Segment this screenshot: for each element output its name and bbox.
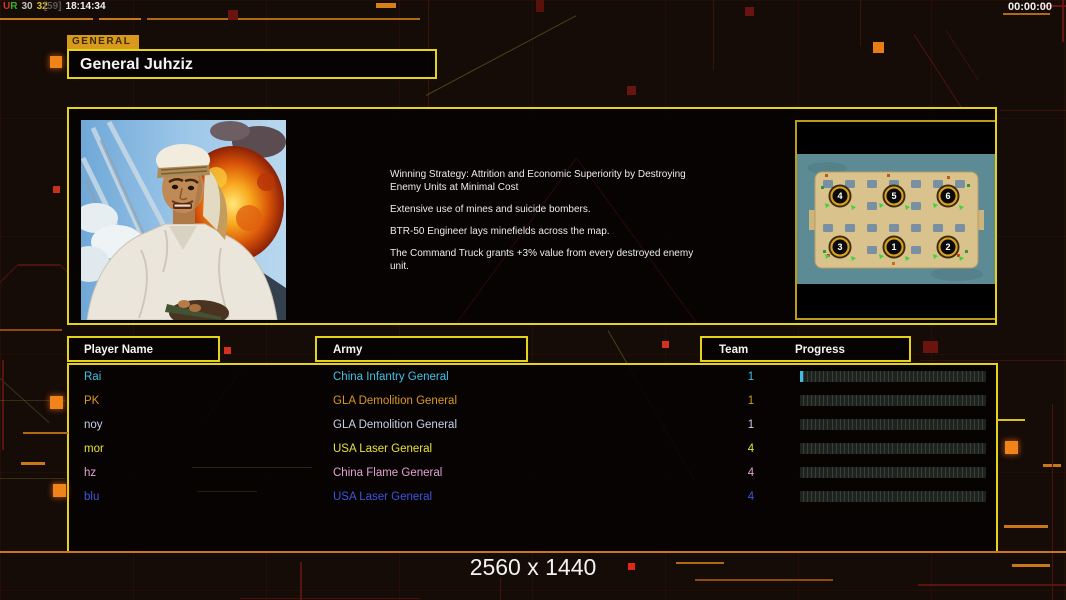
general-info-panel: Winning Strategy: Attrition and Economic… xyxy=(67,107,997,325)
player-army: China Infantry General xyxy=(333,371,449,383)
circuit-accent xyxy=(224,347,231,354)
circuit-accent xyxy=(228,10,238,20)
load-progress-bar xyxy=(800,443,986,454)
fps-overlay: UR 30 32[59] 18:14:34 xyxy=(3,1,110,12)
load-progress-bar xyxy=(800,395,986,406)
general-portrait xyxy=(80,119,287,321)
player-row: mor USA Laser General 4 xyxy=(69,439,996,463)
column-header-army: Army xyxy=(315,336,528,362)
player-name: noy xyxy=(84,419,103,431)
circuit-accent xyxy=(21,462,45,465)
player-row: Rai China Infantry General 1 xyxy=(69,367,996,391)
column-header-team-progress: Team Progress xyxy=(700,336,911,362)
strategy-line: BTR-50 Engineer lays minefields across t… xyxy=(390,226,610,237)
circuit-accent xyxy=(920,360,1066,361)
player-row: noy GLA Demolition General 1 xyxy=(69,415,996,439)
circuit-accent xyxy=(745,7,754,16)
strategy-line: Winning Strategy: Attrition and Economic… xyxy=(390,169,686,193)
player-row: blu USA Laser General 4 xyxy=(69,487,996,511)
circuit-accent xyxy=(997,419,1025,421)
bottom-divider-line xyxy=(0,551,1066,553)
player-team: 1 xyxy=(747,395,755,407)
general-tab: GENERAL xyxy=(67,35,139,49)
circuit-accent xyxy=(713,0,714,70)
circuit-accent xyxy=(0,478,65,479)
svg-text:6: 6 xyxy=(945,191,950,201)
circuit-accent xyxy=(860,0,861,46)
player-name: hz xyxy=(84,467,97,479)
strategy-line: The Command Truck grants +3% value from … xyxy=(390,248,694,272)
load-progress-bar xyxy=(800,491,986,502)
circuit-accent xyxy=(662,341,669,348)
circuit-accent xyxy=(0,18,93,20)
player-army: USA Laser General xyxy=(333,443,433,455)
player-name: mor xyxy=(84,443,104,455)
fps-value-c: [59] xyxy=(43,1,62,12)
circuit-accent xyxy=(18,264,60,266)
circuit-accent xyxy=(53,186,60,193)
player-team: 4 xyxy=(747,443,755,455)
player-army: GLA Demolition General xyxy=(333,419,458,431)
circuit-accent xyxy=(240,598,420,599)
player-army: GLA Demolition General xyxy=(333,395,458,407)
player-row: PK GLA Demolition General 1 xyxy=(69,391,996,415)
match-timer: 00:00:00 xyxy=(1007,1,1052,13)
overlay-clock: 18:14:34 xyxy=(65,1,106,12)
load-progress-bar xyxy=(800,371,986,382)
svg-text:5: 5 xyxy=(891,191,896,201)
svg-text:2: 2 xyxy=(945,242,950,252)
player-name: Rai xyxy=(84,371,102,383)
load-progress-bar xyxy=(800,467,986,478)
general-name-box: General Juhziz xyxy=(67,49,437,79)
general-name: General Juhziz xyxy=(80,56,193,73)
strategy-text: Winning Strategy: Attrition and Economic… xyxy=(390,168,710,282)
circuit-accent xyxy=(23,432,68,434)
circuit-accent xyxy=(2,360,4,450)
circuit-accent xyxy=(873,42,884,53)
player-army: China Flame General xyxy=(333,467,443,479)
loading-screen: UR 30 32[59] 18:14:34 00:00:00 GENERAL Gene… xyxy=(0,0,1066,600)
svg-text:3: 3 xyxy=(837,242,842,252)
circuit-accent xyxy=(923,341,938,353)
player-name: blu xyxy=(84,491,100,503)
circuit-accent xyxy=(1000,110,1066,111)
svg-text:1: 1 xyxy=(891,242,896,252)
load-progress-bar xyxy=(800,419,986,430)
svg-text:4: 4 xyxy=(837,191,842,201)
circuit-accent xyxy=(0,329,62,331)
player-army: USA Laser General xyxy=(333,491,433,503)
strategy-line: Extensive use of mines and suicide bombe… xyxy=(390,204,591,215)
player-row: hz China Flame General 4 xyxy=(69,463,996,487)
progress-header-label: Progress xyxy=(795,344,845,356)
map-thumbnail: 4 5 6 3 1 2 xyxy=(797,154,995,284)
resolution-label: 2560 x 1440 xyxy=(469,554,597,580)
player-name-header-label: Player Name xyxy=(84,344,154,356)
team-header-label: Team xyxy=(719,344,749,356)
circuit-accent xyxy=(1062,0,1064,42)
circuit-accent xyxy=(500,578,501,600)
player-team: 4 xyxy=(747,491,755,503)
circuit-accent xyxy=(1005,441,1018,454)
circuit-accent xyxy=(918,584,1066,586)
player-team: 1 xyxy=(747,371,755,383)
fps-overlay-r: R xyxy=(10,1,18,12)
circuit-accent xyxy=(147,18,420,20)
map-preview-box: 4 5 6 3 1 2 xyxy=(795,120,995,320)
column-header-player: Player Name xyxy=(67,336,220,362)
player-team: 1 xyxy=(747,419,755,431)
player-team: 4 xyxy=(747,467,755,479)
circuit-accent xyxy=(627,86,636,95)
circuit-accent xyxy=(536,0,544,12)
circuit-accent xyxy=(376,3,396,8)
circuit-accent xyxy=(1003,13,1050,15)
circuit-accent xyxy=(1004,525,1048,528)
circuit-accent xyxy=(99,18,141,20)
player-name: PK xyxy=(84,395,100,407)
circuit-accent xyxy=(50,396,63,409)
circuit-accent xyxy=(50,56,62,68)
fps-value-a: 30 xyxy=(21,1,33,12)
circuit-accent xyxy=(53,484,66,497)
army-header-label: Army xyxy=(333,344,363,356)
player-list: Rai China Infantry General 1 PK GLA Demoliti… xyxy=(67,363,998,553)
